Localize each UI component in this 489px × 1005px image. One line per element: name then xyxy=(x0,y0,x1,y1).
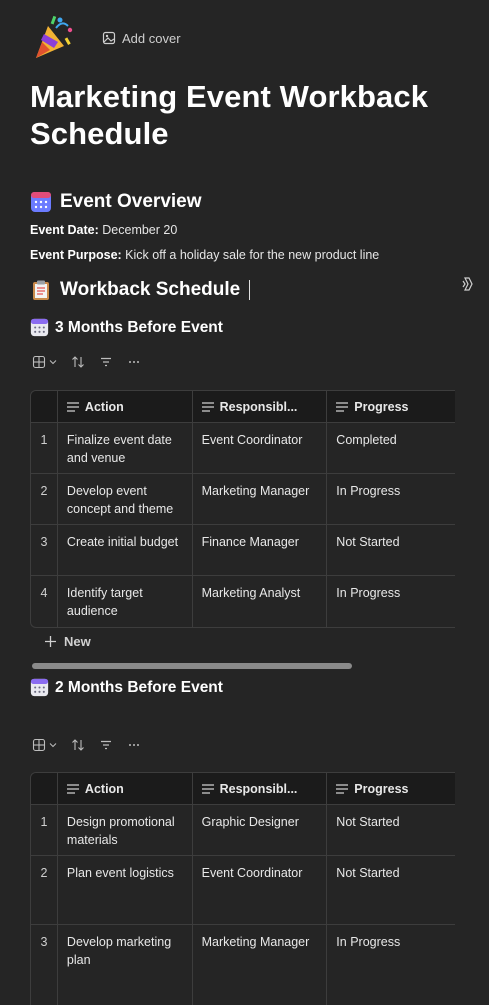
cell-progress[interactable]: Not Started xyxy=(327,525,455,575)
filter-button[interactable] xyxy=(99,355,113,369)
more-options-button[interactable] xyxy=(127,738,141,752)
calendar-icon xyxy=(30,678,49,697)
cell-responsible[interactable]: Finance Manager xyxy=(193,525,328,575)
column-header-progress[interactable]: Progress xyxy=(327,773,455,805)
column-header-action[interactable]: Action xyxy=(58,773,193,805)
cell-action[interactable]: Plan event logistics xyxy=(58,856,193,924)
table-2-months: Action Responsibl... Progress 1 Design p… xyxy=(30,772,455,1005)
clipboard-icon xyxy=(33,280,49,300)
table-row[interactable]: 3 Develop marketing plan Marketing Manag… xyxy=(31,925,455,1005)
event-purpose-value: Kick off a holiday sale for the new prod… xyxy=(125,248,380,262)
more-horizontal-icon xyxy=(129,744,139,746)
table-3-months: Action Responsibl... Progress 1 Finalize… xyxy=(30,390,455,628)
workback-schedule-heading[interactable]: Workback Schedule xyxy=(30,279,251,301)
layout-view-button[interactable] xyxy=(32,738,57,752)
section-2-months-heading-text: 2 Months Before Event xyxy=(55,678,223,696)
text-lines-icon xyxy=(336,784,349,794)
event-overview-heading-text: Event Overview xyxy=(60,191,202,212)
event-date-label: Event Date: xyxy=(30,223,99,237)
copilot-icon[interactable] xyxy=(460,276,476,292)
cell-progress[interactable]: In Progress xyxy=(327,925,455,1005)
column-header-progress[interactable]: Progress xyxy=(327,391,455,423)
column-header-responsible[interactable]: Responsibl... xyxy=(193,773,328,805)
section-2-months-heading[interactable]: 2 Months Before Event xyxy=(30,678,223,697)
calendar-icon xyxy=(30,318,49,337)
sort-button[interactable] xyxy=(71,738,85,752)
cell-responsible[interactable]: Graphic Designer xyxy=(193,805,328,855)
table-grid-icon xyxy=(32,355,46,369)
chevron-down-icon xyxy=(49,360,57,365)
party-popper-icon[interactable] xyxy=(30,12,76,62)
cell-progress[interactable]: Not Started xyxy=(327,805,455,855)
filter-button[interactable] xyxy=(99,738,113,752)
event-date-paragraph[interactable]: Event Date: December 20 xyxy=(30,223,177,237)
table-row[interactable]: 1 Design promotional materials Graphic D… xyxy=(31,805,455,856)
table-row[interactable]: 3 Create initial budget Finance Manager … xyxy=(31,525,455,576)
text-lines-icon xyxy=(66,402,79,412)
table-toolbar-2 xyxy=(32,736,141,754)
event-purpose-label: Event Purpose: xyxy=(30,248,122,262)
text-lines-icon xyxy=(201,402,214,412)
cell-responsible[interactable]: Marketing Analyst xyxy=(193,576,328,627)
filter-icon xyxy=(101,740,111,750)
filter-icon xyxy=(101,357,111,367)
cell-action[interactable]: Develop event concept and theme xyxy=(58,474,193,524)
cell-action[interactable]: Develop marketing plan xyxy=(58,925,193,1005)
calendar-icon xyxy=(31,192,51,212)
add-cover-button[interactable]: Add cover xyxy=(102,29,181,47)
cell-progress[interactable]: Not Started xyxy=(327,856,455,924)
sort-button[interactable] xyxy=(71,355,85,369)
cell-responsible[interactable]: Event Coordinator xyxy=(193,423,328,473)
sort-arrows-icon xyxy=(72,739,84,751)
horizontal-scrollbar[interactable] xyxy=(32,663,352,669)
chevron-down-icon xyxy=(49,743,57,748)
column-header-responsible[interactable]: Responsibl... xyxy=(193,391,328,423)
sort-arrows-icon xyxy=(72,356,84,368)
row-number-header xyxy=(31,391,58,423)
new-row-button[interactable]: New xyxy=(44,634,91,649)
add-cover-label: Add cover xyxy=(122,30,181,46)
cell-progress[interactable]: In Progress xyxy=(327,576,455,627)
table-grid-icon xyxy=(32,738,46,752)
cell-action[interactable]: Create initial budget xyxy=(58,525,193,575)
table-header-row: Action Responsibl... Progress xyxy=(31,773,455,805)
table-toolbar-1 xyxy=(32,353,141,371)
table-row[interactable]: 2 Plan event logistics Event Coordinator… xyxy=(31,856,455,925)
layout-view-button[interactable] xyxy=(32,355,57,369)
plus-icon xyxy=(45,636,56,647)
cell-responsible[interactable]: Marketing Manager xyxy=(193,474,328,524)
workback-schedule-heading-text: Workback Schedule xyxy=(60,279,241,300)
cell-action[interactable]: Identify target audience xyxy=(58,576,193,627)
image-icon xyxy=(102,31,116,45)
event-overview-heading[interactable]: Event Overview xyxy=(30,191,202,213)
section-3-months-heading-text: 3 Months Before Event xyxy=(55,318,223,336)
column-header-action[interactable]: Action xyxy=(58,391,193,423)
table-row[interactable]: 4 Identify target audience Marketing Ana… xyxy=(31,576,455,627)
table-header-row: Action Responsibl... Progress xyxy=(31,391,455,423)
table-row[interactable]: 1 Finalize event date and venue Event Co… xyxy=(31,423,455,474)
more-options-button[interactable] xyxy=(127,355,141,369)
more-horizontal-icon xyxy=(129,361,139,363)
cell-responsible[interactable]: Event Coordinator xyxy=(193,856,328,924)
page-title[interactable]: Marketing Event Workback Schedule xyxy=(30,78,470,152)
cell-action[interactable]: Design promotional materials xyxy=(58,805,193,855)
text-lines-icon xyxy=(336,402,349,412)
event-purpose-paragraph[interactable]: Event Purpose: Kick off a holiday sale f… xyxy=(30,248,379,262)
cell-responsible[interactable]: Marketing Manager xyxy=(193,925,328,1005)
cell-progress[interactable]: In Progress xyxy=(327,474,455,524)
row-number-header xyxy=(31,773,58,805)
event-date-value: December 20 xyxy=(102,223,178,237)
section-3-months-heading[interactable]: 3 Months Before Event xyxy=(30,318,223,337)
cell-progress[interactable]: Completed xyxy=(327,423,455,473)
text-lines-icon xyxy=(66,784,79,794)
text-cursor xyxy=(249,280,251,300)
table-row[interactable]: 2 Develop event concept and theme Market… xyxy=(31,474,455,525)
text-lines-icon xyxy=(201,784,214,794)
cell-action[interactable]: Finalize event date and venue xyxy=(58,423,193,473)
